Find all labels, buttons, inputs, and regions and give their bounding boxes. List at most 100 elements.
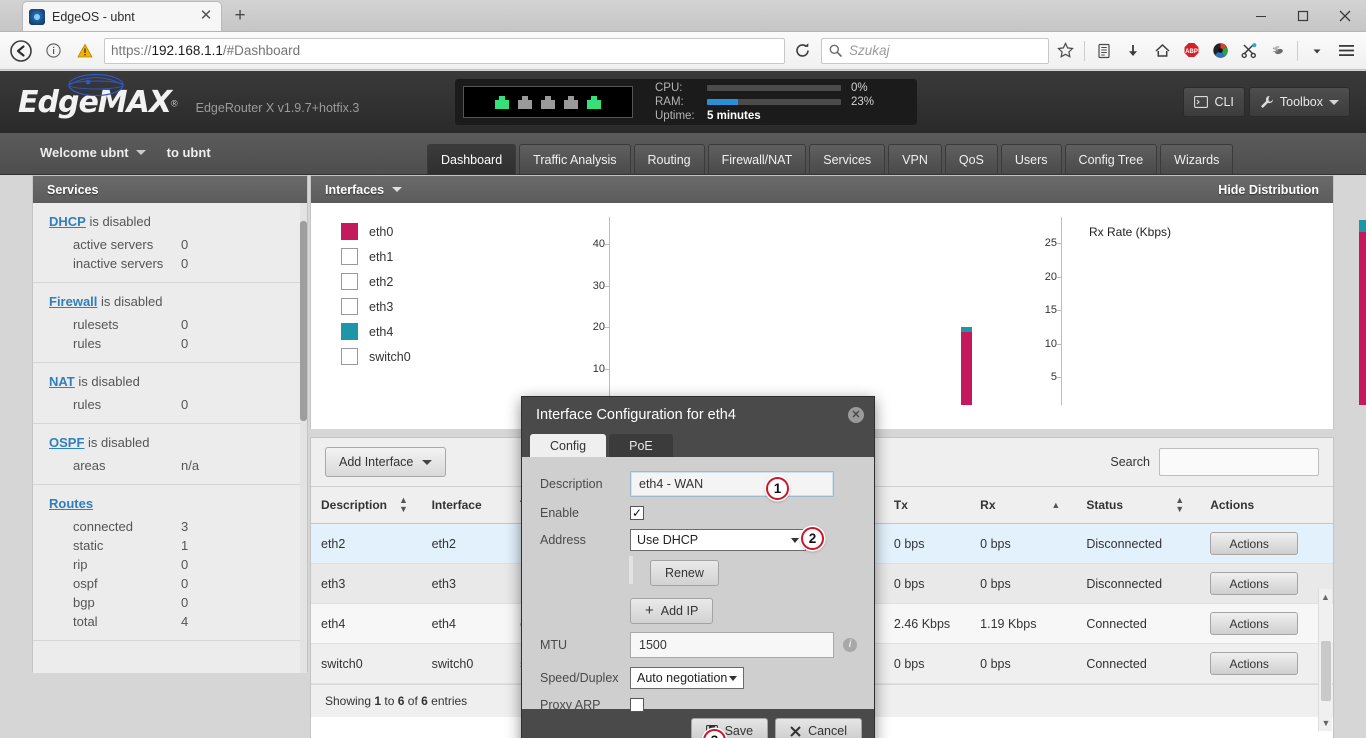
wrench-icon	[1260, 96, 1273, 108]
legend-swatch[interactable]	[341, 223, 358, 240]
interface-cell: switch0	[421, 643, 511, 684]
speed-duplex-select[interactable]: Auto negotiation	[630, 667, 744, 689]
sort-asc-icon[interactable]: ▲	[1051, 500, 1060, 510]
legend-swatch[interactable]	[341, 323, 358, 340]
maximize-icon[interactable]	[1282, 0, 1324, 32]
edgeos-header: EdgeMAX® EdgeRouter X v1.9.7+hotfix.3 CP…	[0, 71, 1366, 133]
browser-tab[interactable]: EdgeOS - ubnt ✕	[22, 1, 222, 31]
row-actions-button[interactable]: Actions	[1210, 652, 1299, 675]
services-link-firewall[interactable]: Firewall	[49, 294, 97, 309]
close-icon[interactable]: ✕	[848, 407, 864, 423]
y-tick: 5	[1050, 371, 1062, 384]
row-actions-button[interactable]: Actions	[1210, 532, 1299, 555]
legend-item-eth2[interactable]: eth2	[341, 273, 461, 290]
rx-cell: 0 bps	[970, 523, 1077, 564]
main-tab-routing[interactable]: Routing	[633, 144, 705, 174]
main-tab-vpn[interactable]: VPN	[888, 144, 942, 174]
scroll-down-icon[interactable]: ▼	[1319, 715, 1333, 731]
table-header-status[interactable]: Status ▲ ▼	[1076, 486, 1201, 524]
legend-swatch[interactable]	[341, 348, 358, 365]
save-button[interactable]: Save	[690, 718, 769, 738]
table-header-tx[interactable]: Tx	[883, 486, 971, 524]
description-input[interactable]: eth4 - WAN	[630, 471, 834, 497]
back-icon[interactable]	[6, 36, 36, 66]
description-label: Description	[540, 477, 603, 491]
warning-lock-icon[interactable]	[70, 36, 100, 66]
colorzilla-icon[interactable]	[1206, 37, 1234, 65]
minimize-icon[interactable]	[1240, 0, 1282, 32]
info-icon[interactable]: i	[843, 638, 857, 652]
services-link-routes[interactable]: Routes	[49, 496, 93, 511]
table-header-interface[interactable]: Interface	[421, 486, 511, 524]
main-tab-traffic-analysis[interactable]: Traffic Analysis	[519, 144, 631, 174]
table-scroll-thumb[interactable]	[1321, 641, 1331, 701]
proxy-arp-checkbox[interactable]	[630, 698, 644, 712]
close-window-icon[interactable]	[1324, 0, 1366, 32]
legend-item-switch0[interactable]: switch0	[341, 348, 461, 365]
table-header-actions[interactable]: Actions	[1200, 486, 1333, 524]
interfaces-caret-icon[interactable]	[392, 187, 403, 192]
footer-mid2: of	[404, 694, 422, 708]
services-stat-value: 1	[181, 538, 189, 553]
main-tab-dashboard[interactable]: Dashboard	[427, 144, 517, 174]
address-bar[interactable]: https://192.168.1.1/#Dashboard	[104, 37, 785, 64]
cancel-button[interactable]: Cancel	[775, 718, 862, 738]
main-tab-firewall-nat[interactable]: Firewall/NAT	[707, 144, 807, 174]
bookmark-star-icon[interactable]	[1051, 37, 1079, 65]
mtu-input[interactable]: 1500	[630, 632, 834, 658]
hide-distribution-link[interactable]: Hide Distribution	[1218, 183, 1319, 197]
enable-checkbox[interactable]: ✓	[630, 506, 644, 520]
browser-search-box[interactable]: Szukaj	[821, 37, 1049, 64]
services-scrollbar[interactable]	[300, 203, 307, 673]
row-actions-button[interactable]: Actions	[1210, 572, 1299, 595]
dialog-tab-config[interactable]: Config	[530, 434, 607, 457]
row-actions-button[interactable]: Actions	[1210, 612, 1299, 635]
legend-item-eth0[interactable]: eth0	[341, 223, 461, 240]
main-tab-config-tree[interactable]: Config Tree	[1064, 144, 1158, 174]
legend-swatch[interactable]	[341, 298, 358, 315]
status-cell: Connected	[1076, 643, 1201, 684]
legend-swatch[interactable]	[341, 248, 358, 265]
main-tabs: Dashboard Traffic Analysis Routing Firewall…	[427, 144, 1234, 174]
main-tab-services[interactable]: Services	[809, 144, 886, 174]
legend-item-eth4[interactable]: eth4	[341, 323, 461, 340]
downloads-icon[interactable]	[1119, 37, 1147, 65]
address-select[interactable]: Use DHCP	[630, 529, 806, 551]
adblock-icon[interactable]: ABP	[1177, 37, 1205, 65]
chevron-down-icon[interactable]	[1303, 37, 1331, 65]
wasp-icon[interactable]	[1264, 37, 1292, 65]
services-link-dhcp[interactable]: DHCP	[49, 214, 86, 229]
sort-both-icon[interactable]: ▲ ▼	[399, 496, 408, 514]
welcome-menu[interactable]: Welcome ubnt to ubnt	[40, 145, 211, 160]
legend-item-eth1[interactable]: eth1	[341, 248, 461, 265]
legend-item-eth3[interactable]: eth3	[341, 298, 461, 315]
add-ip-button[interactable]: + Add IP	[630, 598, 714, 624]
reader-icon[interactable]	[1090, 37, 1118, 65]
home-icon[interactable]	[1148, 37, 1176, 65]
main-tab-users[interactable]: Users	[1000, 144, 1062, 174]
toolbox-button[interactable]: Toolbox	[1248, 87, 1350, 117]
main-tab-wizards[interactable]: Wizards	[1160, 144, 1234, 174]
renew-button[interactable]: Renew	[650, 560, 719, 586]
services-link-nat[interactable]: NAT	[49, 374, 75, 389]
reload-icon[interactable]	[789, 38, 815, 64]
table-header-description[interactable]: Description ▲ ▼	[311, 486, 422, 524]
cli-button[interactable]: CLI	[1183, 87, 1245, 117]
main-tab-qos[interactable]: QoS	[944, 144, 998, 174]
table-search-input[interactable]	[1159, 448, 1319, 476]
hamburger-menu-icon[interactable]	[1332, 37, 1360, 65]
new-tab-button[interactable]: +	[226, 3, 254, 31]
info-icon[interactable]	[38, 36, 68, 66]
scroll-up-icon[interactable]: ▲	[1319, 589, 1332, 605]
scissors-icon[interactable]	[1235, 37, 1263, 65]
main-tab-label: Wizards	[1174, 152, 1220, 167]
table-scrollbar[interactable]: ▲ ▼	[1318, 589, 1332, 731]
dialog-tab-poe[interactable]: PoE	[609, 434, 673, 457]
table-header-rx[interactable]: Rx ▲	[970, 486, 1077, 524]
services-link-ospf[interactable]: OSPF	[49, 435, 84, 450]
close-x-icon	[790, 725, 801, 737]
sort-both-icon[interactable]: ▲ ▼	[1175, 496, 1184, 514]
legend-swatch[interactable]	[341, 273, 358, 290]
add-interface-button[interactable]: Add Interface	[325, 447, 447, 477]
close-tab-icon[interactable]: ✕	[197, 7, 215, 26]
